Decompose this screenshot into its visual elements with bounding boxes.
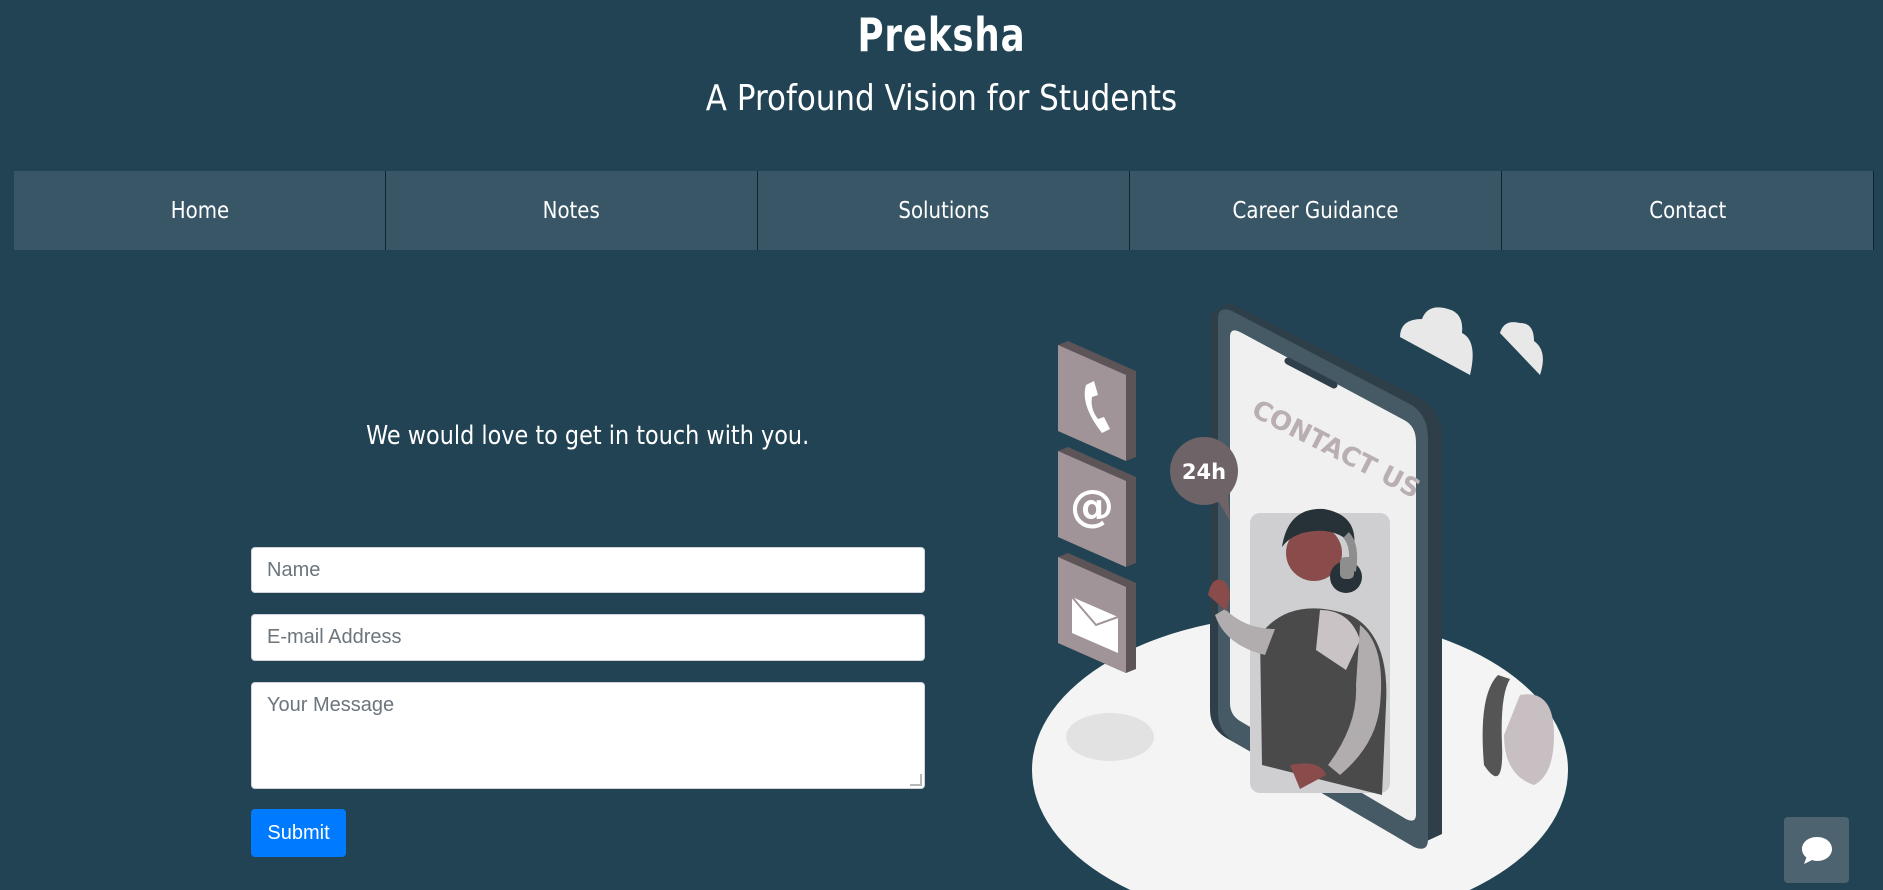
cloud-icon [1400, 307, 1543, 375]
svg-text:@: @ [1070, 481, 1114, 532]
phone-icon [1058, 341, 1136, 461]
contact-headline: We would love to get in touch with you. [250, 421, 926, 451]
contact-headline-text: We would love to get in touch with you. [366, 421, 810, 451]
main-nav: Home Notes Solutions Career Guidance Con… [14, 171, 1874, 250]
nav-item-solutions[interactable]: Solutions [758, 171, 1130, 250]
24h-badge: 24h [1170, 437, 1238, 521]
nav-item-label: Home [170, 197, 229, 224]
submit-button[interactable]: Submit [251, 809, 346, 857]
chat-widget-button[interactable] [1784, 817, 1849, 883]
site-title: Preksha [857, 8, 1026, 62]
at-sign-icon: @ [1058, 447, 1136, 567]
chat-bubble-icon [1801, 837, 1832, 864]
submit-label: Submit [267, 821, 330, 844]
ground-shadow [1066, 713, 1154, 761]
24h-badge-text: 24h [1182, 460, 1226, 484]
nav-item-label: Notes [542, 197, 601, 224]
email-input[interactable]: E-mail Address [251, 614, 925, 661]
resize-handle[interactable] [910, 774, 922, 786]
message-placeholder: Your Message [267, 694, 395, 716]
name-placeholder: Name [267, 559, 321, 581]
nav-item-label: Career Guidance [1232, 197, 1399, 224]
email-placeholder: E-mail Address [267, 626, 402, 648]
nav-item-notes[interactable]: Notes [386, 171, 758, 250]
contact-us-illustration: CONTACT US 24h @ [1032, 303, 1568, 890]
name-input[interactable]: Name [251, 547, 925, 593]
nav-item-label: Contact [1649, 197, 1726, 224]
message-textarea[interactable]: Your Message [251, 682, 925, 789]
nav-item-career-guidance[interactable]: Career Guidance [1130, 171, 1502, 250]
envelope-icon [1058, 553, 1136, 673]
nav-item-home[interactable]: Home [14, 171, 386, 250]
nav-item-contact[interactable]: Contact [1502, 171, 1874, 250]
nav-item-label: Solutions [898, 197, 989, 224]
site-subtitle: A Profound Vision for Students [705, 78, 1178, 119]
